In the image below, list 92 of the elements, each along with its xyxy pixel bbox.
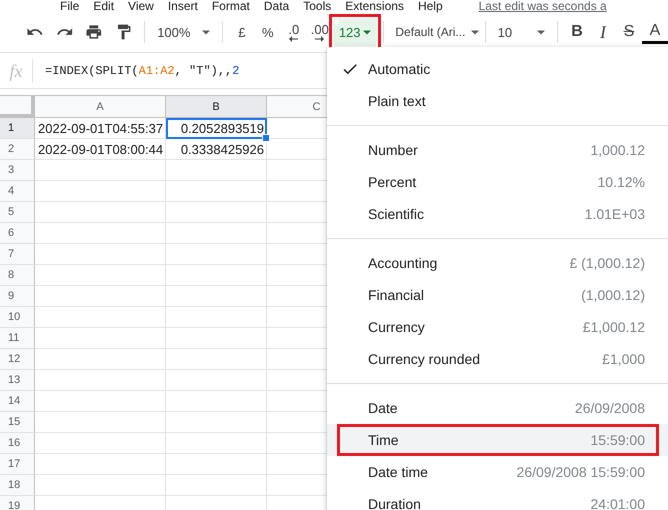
row-header[interactable]: 7 [0, 244, 35, 265]
number-format-dropdown[interactable]: 123 [332, 18, 377, 46]
italic-button[interactable]: I [590, 18, 616, 46]
row-header[interactable]: 5 [0, 202, 35, 223]
font-dropdown[interactable]: Default (Ari... [389, 18, 479, 46]
menu-item[interactable]: View [128, 0, 154, 12]
format-example: (1,000.12) [581, 287, 645, 303]
left-arrow-icon [289, 36, 298, 42]
menu-item[interactable]: Date time 26/09/2008 15:59:00 [327, 456, 668, 488]
format-label: Currency rounded [368, 351, 480, 367]
row-header[interactable]: 15 [0, 412, 35, 433]
menu-item[interactable]: Insert [168, 0, 198, 12]
format-label: Time [368, 432, 399, 448]
currency-button[interactable]: £ [228, 18, 255, 46]
column-header[interactable]: A [35, 95, 166, 118]
format-label: Accounting [368, 255, 438, 271]
font-size-dropdown[interactable]: 10 [492, 18, 552, 46]
format-label: Percent [368, 174, 416, 190]
format-label: Duration [368, 496, 421, 510]
format-example: 26/09/2008 15:59:00 [516, 464, 645, 480]
format-label: Scientific [368, 206, 424, 222]
row-header[interactable]: 12 [0, 349, 35, 370]
menu-item[interactable]: Edit [93, 0, 114, 12]
menu-item[interactable]: Time 15:59:00 [327, 424, 668, 456]
format-label: Currency [368, 319, 425, 335]
format-example: £1,000 [602, 351, 645, 367]
fx-label: fx [0, 58, 33, 82]
text-color-button[interactable]: A [642, 20, 668, 44]
menu-item[interactable]: File [60, 0, 80, 12]
row-header[interactable]: 9 [0, 286, 35, 307]
row-header[interactable]: 13 [0, 370, 35, 391]
menu-item[interactable]: Number 1,000.12 [327, 134, 668, 166]
format-example: £ (1,000.12) [570, 255, 645, 271]
format-example: 10.12% [598, 174, 645, 190]
caret-icon [537, 30, 546, 34]
row-header[interactable]: 14 [0, 391, 35, 412]
row-header[interactable]: 6 [0, 223, 35, 244]
menu-item[interactable]: Currency rounded £1,000 [327, 343, 668, 375]
format-label: Financial [368, 287, 424, 303]
menu-item[interactable]: Format [212, 0, 250, 12]
menu-item[interactable]: Help [418, 0, 443, 12]
format-example: £1,000.12 [582, 319, 645, 335]
row-header[interactable]: 3 [0, 160, 35, 181]
row-header[interactable]: 16 [0, 433, 35, 454]
decrease-decimal-button[interactable]: .0 [280, 18, 307, 46]
menu-item[interactable]: Financial (1,000.12) [327, 279, 668, 311]
menu-item[interactable]: Data [264, 0, 290, 12]
table-cell: 0.2052893519 [166, 118, 267, 139]
caret-icon [202, 30, 210, 34]
menu-item[interactable]: Percent 10.12% [327, 166, 668, 198]
row-header[interactable]: 8 [0, 265, 35, 286]
formula-input[interactable]: =INDEX(SPLIT(A1:A2, "T"),,2 [33, 64, 240, 78]
table-cell-text: 0.3338425926 [180, 141, 265, 159]
right-arrow-icon [315, 36, 324, 42]
zoom-dropdown[interactable]: 100% [151, 18, 216, 46]
row-header[interactable]: 19 [0, 496, 35, 510]
row-header[interactable]: 2 [0, 139, 35, 160]
row-header[interactable]: 18 [0, 475, 35, 496]
menu-item[interactable]: Date 26/09/2008 [327, 392, 668, 424]
format-label: Number [368, 142, 418, 158]
increase-decimal-button[interactable]: .00 [306, 18, 333, 46]
menu-item[interactable]: Tools [303, 0, 332, 12]
menu-item[interactable]: Duration 24:01:00 [327, 488, 668, 510]
menu-item[interactable]: Currency £1,000.12 [327, 311, 668, 343]
format-example: 26/09/2008 [574, 400, 645, 416]
strikethrough-button[interactable]: S [616, 18, 642, 46]
format-example: 1.01E+03 [584, 206, 645, 222]
caret-icon [362, 30, 371, 34]
menu-item[interactable]: Scientific 1.01E+03 [327, 198, 668, 230]
menu-item[interactable]: Automatic [327, 53, 668, 85]
format-example: 15:59:00 [590, 432, 645, 448]
row-header[interactable]: 17 [0, 454, 35, 475]
format-label: Date time [368, 464, 428, 480]
format-example: 24:01:00 [590, 496, 645, 510]
last-edit-link[interactable]: Last edit was seconds a [478, 0, 607, 12]
row-header[interactable]: 11 [0, 328, 35, 349]
table-cell-text: 2022-09-01T08:00:44 [37, 141, 164, 159]
row-header[interactable]: 4 [0, 181, 35, 202]
menu-item[interactable]: Accounting £ (1,000.12) [327, 247, 668, 279]
format-label: Date [368, 400, 398, 416]
menu-item[interactable]: Extensions [345, 0, 404, 12]
percent-button[interactable]: % [254, 18, 281, 46]
format-example: 1,000.12 [590, 142, 645, 158]
row-header[interactable]: 1 [0, 118, 35, 139]
format-label: Automatic [368, 61, 430, 77]
fill-handle[interactable] [262, 134, 270, 142]
caret-icon [471, 30, 480, 34]
bold-button[interactable]: B [564, 18, 590, 46]
format-label: Plain text [368, 93, 426, 109]
table-cell-text: 2022-09-01T04:55:37 [37, 120, 164, 138]
column-header[interactable]: B [166, 95, 267, 118]
row-header[interactable]: 10 [0, 307, 35, 328]
